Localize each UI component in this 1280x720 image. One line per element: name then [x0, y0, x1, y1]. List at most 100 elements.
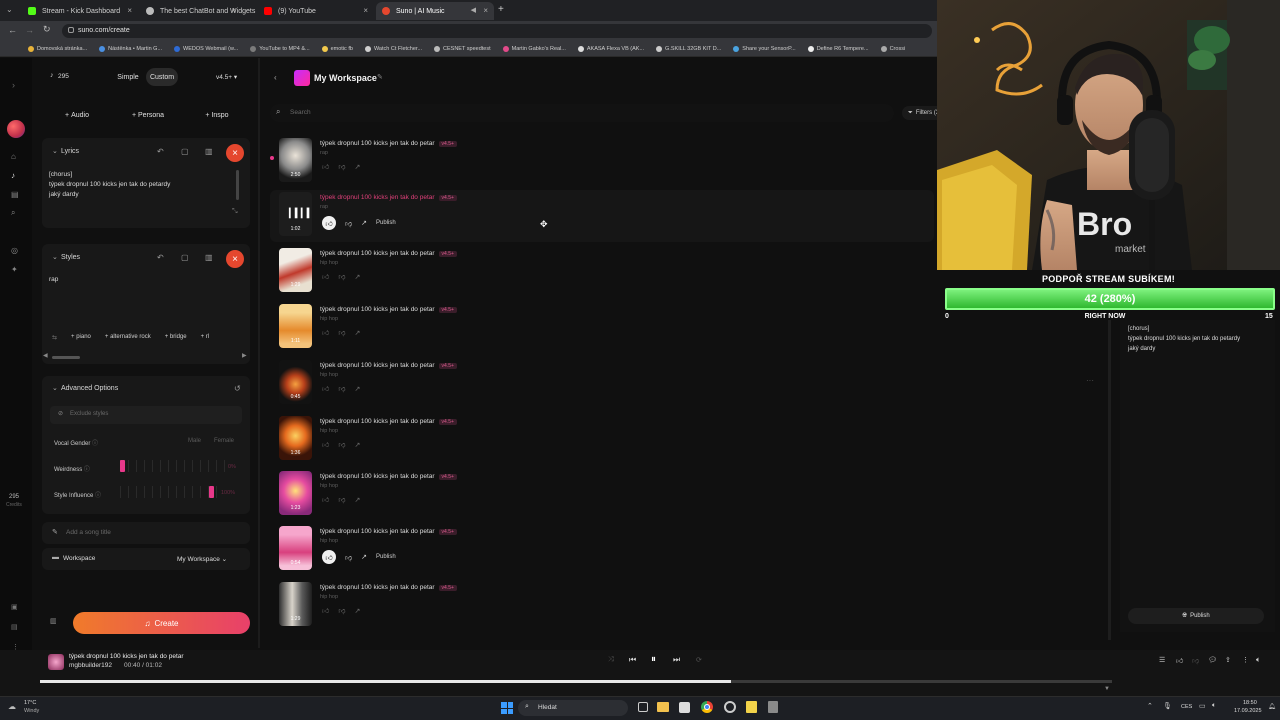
calendar-icon[interactable] — [679, 702, 690, 713]
obs-icon[interactable] — [724, 701, 736, 713]
back-icon[interactable]: ‹ — [274, 73, 277, 82]
dislike-icon[interactable]: 👎︎ — [338, 272, 345, 281]
publish-button[interactable]: Publish — [376, 220, 396, 226]
add-audio-button[interactable]: + Audio — [52, 106, 102, 124]
delete-icon[interactable]: ▥ — [205, 253, 213, 262]
bookmark-item[interactable]: CESNET speedtest — [434, 45, 491, 52]
dislike-icon[interactable]: 👎︎ — [338, 440, 345, 449]
mute-icon[interactable]: ◀ — [471, 6, 476, 14]
create-button[interactable]: ♫ Create — [73, 612, 250, 634]
network-icon[interactable]: ▭ — [1199, 702, 1206, 710]
calculator-icon[interactable] — [768, 701, 778, 713]
share-icon[interactable]: ↗ — [354, 163, 360, 171]
like-icon[interactable]: 👍︎ — [322, 216, 336, 230]
scroll-right-icon[interactable]: ▶ — [242, 352, 247, 359]
task-view-icon[interactable] — [638, 702, 648, 712]
dislike-icon[interactable]: 👎︎ — [338, 495, 345, 504]
song-title[interactable]: týpek dropnul 100 kicks jen tak do petar… — [320, 584, 457, 591]
song-row[interactable]: 1:29 týpek dropnul 100 kicks jen tak do … — [270, 580, 934, 632]
sticky-notes-icon[interactable] — [746, 701, 757, 713]
song-row[interactable]: 0:54 týpek dropnul 100 kicks jen tak do … — [270, 524, 934, 576]
song-cover[interactable]: 1:36 — [279, 416, 312, 460]
model-select[interactable]: v4.5+ ▾ — [216, 73, 237, 81]
bookmark-item[interactable]: Share your SensorP... — [733, 45, 796, 52]
share-icon[interactable]: ↗ — [361, 553, 367, 561]
song-row[interactable]: 1:29 týpek dropnul 100 kicks jen tak do … — [270, 246, 934, 298]
dislike-icon[interactable]: 👎︎ — [345, 219, 352, 228]
trash-drafts-icon[interactable]: ▥ — [50, 617, 57, 625]
now-playing-cover[interactable] — [48, 654, 64, 670]
search-icon[interactable]: ⌕ — [11, 208, 15, 218]
bookmark-item[interactable]: G.SKILL 32GB KIT D... — [656, 45, 721, 52]
tab-youtube[interactable]: (9) YouTube × — [258, 2, 374, 20]
reload-icon[interactable]: ↻ — [43, 24, 51, 35]
bookmark-item[interactable]: emotic fb — [321, 45, 353, 52]
publish-button[interactable]: Publish — [376, 554, 396, 560]
song-row[interactable]: 1:11 týpek dropnul 100 kicks jen tak do … — [270, 302, 934, 354]
song-row[interactable]: 2:50 týpek dropnul 100 kicks jen tak do … — [270, 136, 934, 188]
volume-icon[interactable]: 🔈︎ — [1256, 655, 1261, 665]
dislike-icon[interactable]: 👎︎ — [345, 553, 352, 562]
like-icon[interactable]: 👍︎ — [322, 272, 329, 281]
style-tag[interactable]: + rl — [201, 334, 210, 341]
collapse-icon[interactable]: ⌄ — [52, 147, 58, 155]
notifications-icon[interactable]: ✦ — [11, 265, 18, 274]
song-cover[interactable]: 1:29 — [279, 582, 312, 626]
now-playing-artist[interactable]: mgbbuilder192 — [69, 662, 112, 669]
bookmark-item[interactable]: Nástěnka • Martin G... — [99, 45, 162, 52]
weirdness-slider[interactable] — [120, 460, 232, 472]
bookmark-item[interactable]: Domovská stránka... — [28, 45, 87, 52]
song-title[interactable]: týpek dropnul 100 kicks jen tak do petar… — [320, 418, 457, 425]
notifications-icon[interactable]: 🔔︎ — [1268, 703, 1276, 710]
language-indicator[interactable]: CES — [1181, 704, 1192, 710]
collapse-icon[interactable]: ⌄ — [52, 384, 58, 392]
clock-time[interactable]: 18:50 — [1243, 700, 1257, 706]
undo-icon[interactable]: ↶ — [157, 147, 164, 156]
settings-icon[interactable]: ▤ — [11, 623, 18, 631]
bookmark-item[interactable]: YouTube to MP4 &... — [250, 45, 310, 52]
mode-simple-tab[interactable]: Simple — [112, 68, 144, 86]
weather-icon[interactable]: ☁ — [8, 702, 16, 711]
dislike-icon[interactable]: 👎︎ — [338, 606, 345, 615]
dislike-icon[interactable]: 👎︎ — [338, 162, 345, 171]
undo-icon[interactable]: ↶ — [157, 253, 164, 262]
now-playing-title[interactable]: týpek dropnul 100 kicks jen tak do petar — [69, 653, 184, 660]
playback-progress[interactable] — [40, 680, 1112, 683]
tab-close-icon[interactable]: × — [483, 6, 488, 15]
slider-handle[interactable] — [209, 486, 214, 498]
share-icon[interactable]: ↗ — [354, 496, 360, 504]
comment-icon[interactable]: 💬︎ — [1208, 656, 1217, 664]
delete-icon[interactable]: ▥ — [205, 147, 213, 156]
avatar[interactable] — [7, 120, 25, 138]
song-cover[interactable]: ▎▍▎▍ 1:02 — [279, 192, 312, 236]
dislike-icon[interactable]: 👎︎ — [1192, 656, 1199, 665]
scroll-left-icon[interactable]: ◀ — [43, 352, 48, 359]
like-icon[interactable]: 👍︎ — [322, 606, 329, 615]
share-icon[interactable]: ↗ — [354, 273, 360, 281]
shuffle-icon[interactable]: ⇆ — [52, 334, 57, 341]
start-icon[interactable] — [501, 702, 513, 714]
file-explorer-icon[interactable] — [657, 702, 669, 712]
forward-icon[interactable]: → — [25, 25, 34, 35]
song-cover[interactable]: 0:45 — [279, 360, 312, 404]
style-tag[interactable]: + alternative rock — [105, 334, 151, 341]
tray-overflow-icon[interactable]: ⌃ — [1147, 702, 1153, 710]
share-icon[interactable]: ↗ — [354, 607, 360, 615]
taskbar-search[interactable]: ⌕ Hledat — [518, 700, 628, 716]
exclude-styles-input[interactable]: ⊘ Exclude styles — [50, 406, 242, 424]
search-input[interactable]: ⌕ Search — [270, 104, 894, 122]
tab-close-icon[interactable]: × — [231, 6, 236, 15]
share-icon[interactable]: ↗ — [354, 441, 360, 449]
dislike-icon[interactable]: 👎︎ — [338, 384, 345, 393]
edit-icon[interactable]: ✎ — [377, 73, 383, 81]
share-icon[interactable]: ⇪ — [1225, 656, 1231, 664]
microphone-icon[interactable]: 🎙︎ — [1163, 702, 1172, 710]
gender-female-option[interactable]: Female — [214, 438, 234, 444]
new-tab-button[interactable]: + — [498, 4, 504, 15]
more-options-icon[interactable]: ··· — [1086, 376, 1094, 385]
panel-scrollbar[interactable] — [1108, 320, 1111, 640]
copy-icon[interactable]: ▢ — [181, 147, 189, 156]
lyrics-textarea[interactable]: [chorus] týpek dropnul 100 kicks jen tak… — [49, 170, 229, 200]
tab-close-icon[interactable]: × — [363, 6, 368, 15]
style-influence-slider[interactable] — [120, 486, 220, 498]
